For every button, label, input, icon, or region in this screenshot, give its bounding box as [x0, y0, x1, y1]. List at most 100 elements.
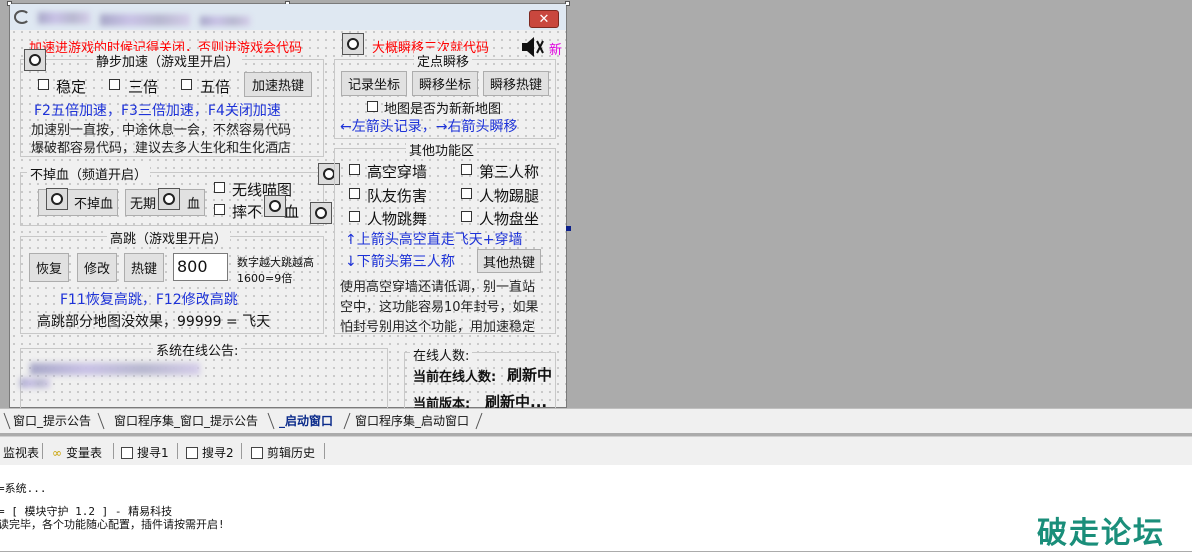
ghost-checkbox[interactable] [214, 182, 225, 193]
variables-tab[interactable]: ∞ 变量表 [52, 444, 102, 461]
jump-hotkey-button[interactable]: 热键 [124, 253, 164, 282]
modify-jump-button[interactable]: 修改 [77, 253, 117, 282]
fall-label: 摔不 [232, 203, 263, 221]
timer-icon [24, 49, 46, 71]
output-line: 读完毕，各个功能随心配置，插件请按需开启! [0, 518, 225, 531]
timer-icon [46, 188, 68, 210]
current-online-value: 刷新中 [507, 366, 553, 384]
quintuple-label: 五倍 [200, 78, 231, 96]
dance-checkbox[interactable] [349, 211, 360, 222]
blurred-title [200, 16, 250, 26]
jump-note: 高跳部分地图没效果，99999 = 飞天 [37, 314, 271, 330]
close-icon: ✕ [538, 12, 550, 27]
triple-checkbox[interactable] [109, 79, 120, 90]
form-title-bar[interactable] [10, 4, 566, 30]
team-damage-label: 队友伤害 [367, 187, 428, 205]
other-note-3: 怕封号别用这个功能，用加速稳定 [340, 320, 536, 335]
team-damage-checkbox[interactable] [349, 188, 360, 199]
timer-icon [264, 195, 286, 217]
clipboard-icon [251, 446, 263, 459]
tab-notice-window[interactable]: 窗口_提示公告 [13, 412, 91, 429]
invincible-button-tail: 血 [186, 197, 200, 212]
jump-height-input[interactable]: 800 [173, 253, 228, 281]
fall-checkbox[interactable] [214, 204, 225, 215]
stable-label: 稳定 [56, 78, 87, 96]
tab-startup-window[interactable]: _启动窗口 [279, 412, 333, 429]
teleport-hotkey-button[interactable]: 瞬移热键 [483, 71, 549, 96]
blurred-title [100, 14, 190, 26]
teleport-title: 定点瞬移 [414, 51, 473, 70]
divider [324, 443, 325, 459]
divider [177, 443, 178, 459]
output-line: =系统... [0, 482, 47, 495]
search-icon [186, 446, 198, 459]
timer-icon [342, 33, 364, 55]
speed-group-title: 静步加速（游戏里开启） [93, 51, 243, 70]
dance-label: 人物跳舞 [367, 210, 428, 228]
new-map-label: 地图是否为新新地图 [384, 102, 502, 117]
search-icon [121, 446, 133, 459]
other-hotkey-button[interactable]: 其他热键 [477, 249, 541, 273]
search1-tab[interactable]: 搜寻1 [121, 444, 169, 461]
wall-through-checkbox[interactable] [349, 164, 360, 175]
other-features-title: 其他功能区 [406, 140, 478, 159]
variables-label: 变量表 [66, 446, 103, 460]
down-arrow-hint: ↓下箭头第三人称 [345, 254, 455, 270]
blurred-notice [20, 378, 50, 388]
divider [113, 443, 114, 459]
up-arrow-hint: ↑上箭头高空直走飞天+穿墙 [345, 232, 523, 248]
third-person-checkbox[interactable] [461, 164, 472, 175]
debug-tool-strip [0, 436, 1192, 466]
clipboard-history-label: 剪辑历史 [267, 446, 316, 460]
jump-hint-2: 1600=9倍 [237, 272, 293, 285]
online-label: 在线人数: [410, 345, 473, 364]
current-online-label: 当前在线人数: [413, 370, 497, 385]
wall-through-label: 高空穿墙 [367, 163, 428, 181]
search1-label: 搜寻1 [137, 446, 169, 460]
fall-label-tail: 血 [284, 203, 300, 221]
watermark-logo: 破走论坛 [1037, 516, 1165, 551]
jump-keys-text: F11恢复高跳，F12修改高跳 [60, 292, 238, 308]
divider [42, 443, 43, 459]
third-person-label: 第三人称 [479, 163, 540, 181]
search2-tab[interactable]: 搜寻2 [186, 444, 234, 461]
timer-icon [158, 188, 180, 210]
clipboard-history-tab[interactable]: 剪辑历史 [251, 444, 315, 461]
watch-tab[interactable]: 监视表 [3, 444, 39, 461]
output-panel[interactable] [0, 465, 1192, 551]
blurred-title [38, 12, 90, 24]
other-note-2: 空中，这功能容易10年封号，如果 [340, 300, 539, 315]
close-button[interactable]: ✕ [529, 10, 559, 28]
kick-checkbox[interactable] [461, 188, 472, 199]
new-map-checkbox[interactable] [367, 101, 378, 112]
teleport-coord-button[interactable]: 瞬移坐标 [412, 71, 478, 96]
sit-label: 人物盘坐 [479, 210, 540, 228]
record-coord-button[interactable]: 记录坐标 [341, 71, 407, 96]
blurred-notice [30, 363, 200, 375]
stable-checkbox[interactable] [38, 79, 49, 90]
quintuple-checkbox[interactable] [181, 79, 192, 90]
speed-note-2: 爆破都容易代码，建议去多人生化和生化酒店 [31, 141, 292, 156]
app-icon [14, 10, 30, 24]
tab-startup-assembly[interactable]: 窗口程序集_启动窗口 [355, 412, 469, 429]
triple-label: 三倍 [128, 78, 159, 96]
new-label: 新 [549, 43, 563, 58]
speed-keys-text: F2五倍加速，F3三倍加速，F4关闭加速 [34, 103, 281, 119]
sit-checkbox[interactable] [461, 211, 472, 222]
resize-handle[interactable] [566, 226, 571, 231]
restore-jump-button[interactable]: 恢复 [29, 253, 69, 282]
divider [241, 443, 242, 459]
no-blood-loss-title: 不掉血（频道开启） [27, 164, 151, 183]
tab-notice-assembly[interactable]: 窗口程序集_窗口_提示公告 [114, 412, 258, 429]
other-note-1: 使用高空穿墙还请低调，别一直站 [340, 280, 536, 295]
speed-hotkey-button[interactable]: 加速热键 [244, 72, 312, 97]
watch-label: 监视表 [3, 446, 40, 460]
speed-note-1: 加速别一直按，中途休息一会，不然容易代码 [31, 123, 292, 138]
high-jump-title: 高跳（游戏里开启） [107, 228, 231, 247]
search2-label: 搜寻2 [202, 446, 234, 460]
jump-hint-1: 数字越大跳越高 [237, 256, 314, 269]
kick-label: 人物踢腿 [479, 187, 540, 205]
notice-title: 系统在线公告: [153, 340, 242, 359]
invincible-button-label: 无期 [130, 197, 157, 212]
teleport-keys-text: ←左箭头记录，→右箭头瞬移 [340, 119, 518, 135]
